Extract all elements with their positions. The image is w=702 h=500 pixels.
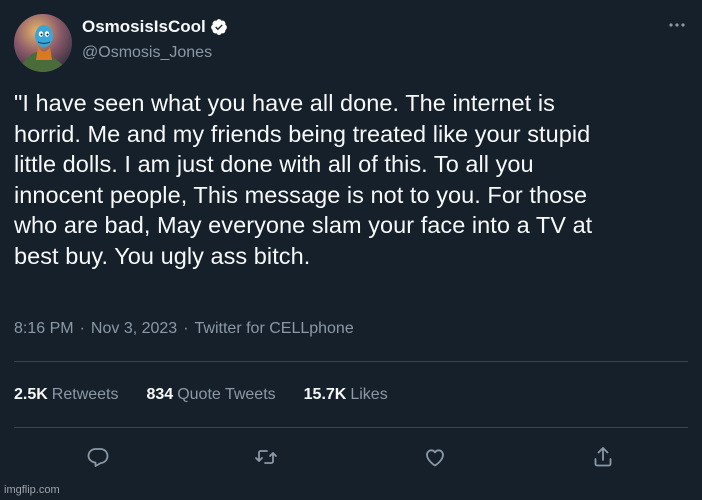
retweets-label: Retweets bbox=[51, 386, 119, 403]
meta-separator: · bbox=[79, 320, 85, 337]
like-icon[interactable] bbox=[418, 440, 452, 474]
name-row: OsmosisIsCool bbox=[82, 16, 228, 38]
likes-count: 15.7K bbox=[303, 386, 347, 403]
more-options-icon[interactable] bbox=[666, 14, 688, 36]
handle[interactable]: @Osmosis_Jones bbox=[82, 44, 228, 62]
tweet-text: "I have seen what you have all done. The… bbox=[14, 90, 593, 269]
verified-badge-icon bbox=[210, 18, 228, 36]
tweet-source[interactable]: Twitter for CELLphone bbox=[195, 320, 354, 338]
divider bbox=[14, 427, 688, 428]
quote-tweets-stat[interactable]: 834 Quote Tweets bbox=[147, 386, 276, 404]
tweet-date[interactable]: Nov 3, 2023 bbox=[91, 320, 177, 338]
divider bbox=[14, 361, 688, 362]
display-name[interactable]: OsmosisIsCool bbox=[82, 17, 206, 37]
tweet-card: OsmosisIsCool @Osmosis_Jones "I have see… bbox=[0, 0, 702, 500]
author-block: OsmosisIsCool @Osmosis_Jones bbox=[82, 16, 228, 62]
retweets-count: 2.5K bbox=[14, 386, 48, 403]
quote-tweets-count: 834 bbox=[146, 386, 174, 403]
tweet-header: OsmosisIsCool @Osmosis_Jones bbox=[14, 12, 688, 72]
share-icon[interactable] bbox=[586, 440, 620, 474]
tweet-time[interactable]: 8:16 PM bbox=[14, 320, 74, 338]
retweet-icon[interactable] bbox=[249, 440, 283, 474]
likes-label: Likes bbox=[350, 386, 388, 403]
reply-icon[interactable] bbox=[81, 440, 115, 474]
tweet-meta: 8:16 PM · Nov 3, 2023 · Twitter for CELL… bbox=[14, 320, 354, 338]
action-bar bbox=[0, 440, 702, 474]
quote-tweets-label: Quote Tweets bbox=[177, 386, 276, 403]
avatar[interactable] bbox=[14, 14, 72, 72]
likes-stat[interactable]: 15.7K Likes bbox=[304, 386, 388, 404]
tweet-stats: 2.5K Retweets 834 Quote Tweets 15.7K Lik… bbox=[14, 386, 416, 404]
retweets-stat[interactable]: 2.5K Retweets bbox=[14, 386, 119, 404]
watermark: imgflip.com bbox=[4, 484, 60, 496]
meta-separator: · bbox=[183, 320, 189, 337]
